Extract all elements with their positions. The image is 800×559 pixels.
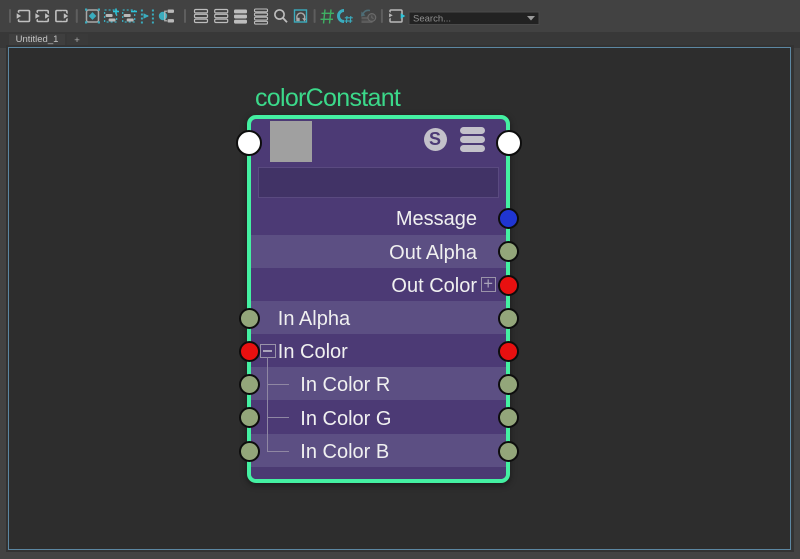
svg-text:Search...: Search...: [413, 14, 451, 25]
